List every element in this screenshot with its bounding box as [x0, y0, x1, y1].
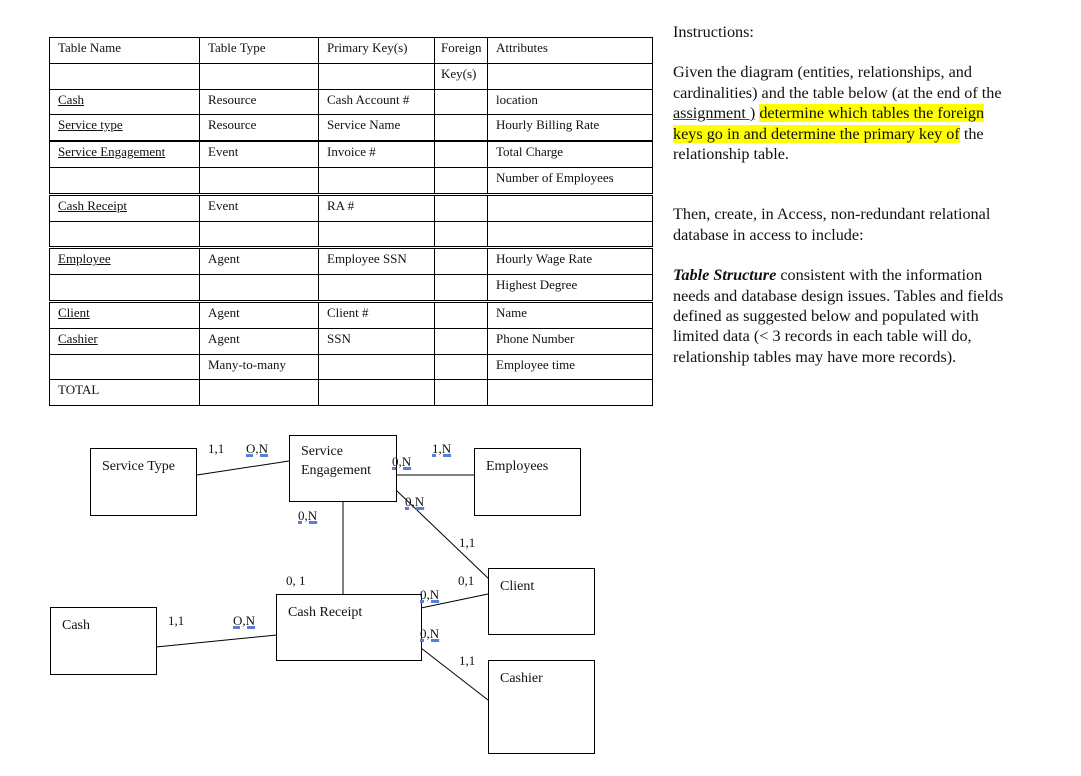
line-cash-cashreceipt	[155, 634, 278, 648]
entity-label-line-2: Engagement	[301, 463, 371, 478]
entity-cash-receipt[interactable]: Cash Receipt	[276, 594, 422, 661]
cardinality-label: O,N	[233, 613, 256, 628]
entity-label: Service Engagement	[301, 442, 371, 480]
line-cashreceipt-cashier	[420, 647, 489, 701]
cardinality-label: 0,N	[420, 626, 440, 641]
cardinality-label: 0,N	[405, 494, 425, 509]
entity-service-type[interactable]: Service Type	[90, 448, 197, 516]
cardinality-label: 0,N	[420, 587, 440, 602]
entity-cashier[interactable]: Cashier	[488, 660, 595, 754]
entity-label: Cash	[62, 618, 90, 633]
cardinality-label: 1,1	[168, 613, 185, 628]
cardinality-label: 1,1	[459, 535, 476, 550]
cardinality-label: O,N	[246, 441, 269, 456]
cardinality-label: 1,N	[432, 441, 452, 456]
er-diagram: Service Type Service Engagement Employees…	[0, 0, 1081, 776]
entity-cash[interactable]: Cash	[50, 607, 157, 675]
cardinality-label: 0,N	[298, 508, 318, 523]
entity-label: Service Type	[102, 459, 176, 474]
cardinality-label: 1,1	[459, 653, 476, 668]
entity-label: Employees	[486, 459, 549, 474]
entity-label-line-1: Service	[301, 444, 343, 459]
entity-service-engagement[interactable]: Service Engagement	[289, 435, 397, 502]
entity-employees[interactable]: Employees	[474, 448, 581, 516]
line-servicetype-engagement	[196, 460, 290, 476]
cardinality-label: 0, 1	[286, 573, 306, 588]
entity-label: Cash Receipt	[288, 605, 363, 620]
cardinality-label: 0,1	[458, 573, 475, 588]
cardinality-label: 0,N	[392, 454, 412, 469]
entity-label: Client	[500, 579, 535, 594]
entity-client[interactable]: Client	[488, 568, 595, 635]
entity-label: Cashier	[500, 671, 543, 686]
cardinality-label: 1,1	[208, 441, 225, 456]
